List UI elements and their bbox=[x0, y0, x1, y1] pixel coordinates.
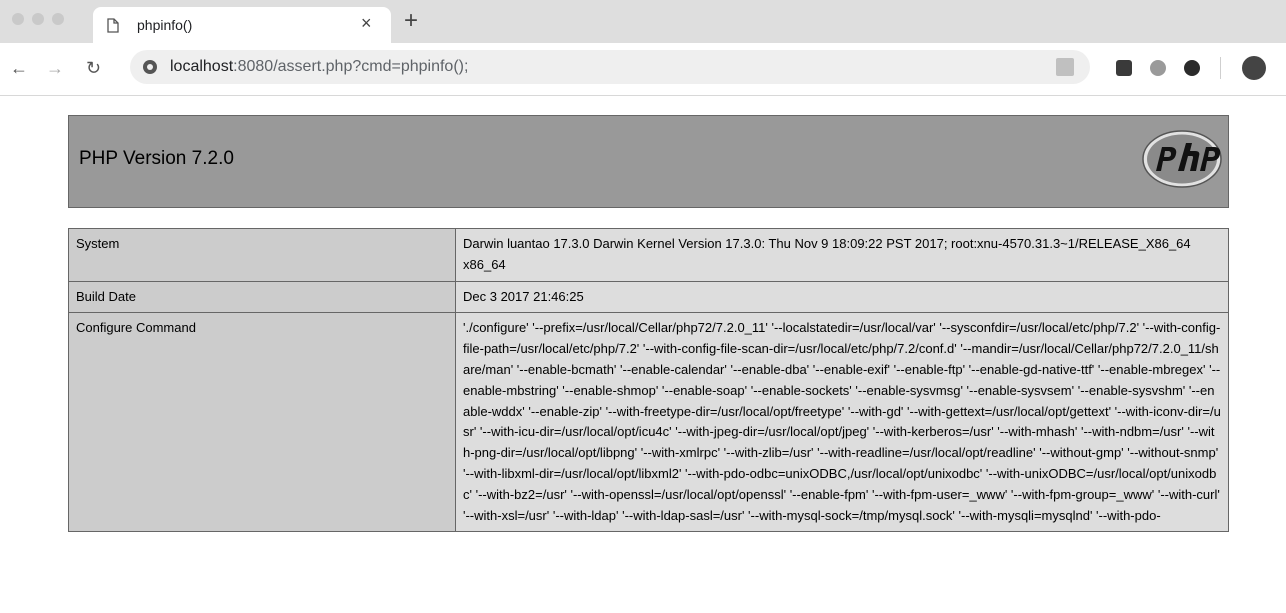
row-key: Configure Command bbox=[68, 312, 456, 533]
extension-icon[interactable] bbox=[1116, 60, 1132, 76]
reload-icon[interactable]: ↻ bbox=[86, 58, 101, 78]
globe-extension-icon[interactable] bbox=[1184, 60, 1200, 76]
address-host: localhost bbox=[170, 58, 234, 75]
table-row: Build Date Dec 3 2017 21:46:25 bbox=[68, 280, 1229, 314]
browser-toolbar: ← → ↻ localhost:8080/assert.php?cmd=phpi… bbox=[0, 43, 1286, 96]
info-table: System Darwin luantao 17.3.0 Darwin Kern… bbox=[68, 228, 1229, 533]
tab-strip: phpinfo() × + bbox=[0, 0, 1286, 43]
row-value: Dec 3 2017 21:46:25 bbox=[455, 280, 1229, 314]
site-info-icon[interactable] bbox=[142, 59, 158, 80]
address-text[interactable]: localhost:8080/assert.php?cmd=phpinfo(); bbox=[170, 58, 468, 76]
address-bar[interactable]: localhost:8080/assert.php?cmd=phpinfo(); bbox=[130, 50, 1090, 84]
page-icon bbox=[107, 18, 119, 38]
new-tab-button[interactable]: + bbox=[404, 8, 418, 34]
address-path: :8080/assert.php?cmd=phpinfo(); bbox=[233, 58, 469, 75]
close-tab-icon[interactable]: × bbox=[361, 13, 372, 33]
php-version-header: PHP Version 7.2.0 bbox=[68, 115, 1229, 208]
php-logo[interactable] bbox=[1142, 127, 1222, 191]
profile-avatar[interactable] bbox=[1242, 56, 1266, 80]
tab-phpinfo[interactable]: phpinfo() × bbox=[93, 7, 391, 43]
table-row: System Darwin luantao 17.3.0 Darwin Kern… bbox=[68, 228, 1229, 282]
back-arrow-icon[interactable]: ← bbox=[10, 58, 28, 78]
forward-arrow-icon[interactable]: → bbox=[46, 58, 64, 78]
minimize-window-button[interactable] bbox=[32, 13, 44, 25]
translate-icon[interactable] bbox=[1056, 58, 1074, 76]
row-value: Darwin luantao 17.3.0 Darwin Kernel Vers… bbox=[455, 228, 1229, 282]
row-key: System bbox=[68, 228, 456, 282]
tab-title: phpinfo() bbox=[137, 17, 193, 33]
cookie-extension-icon[interactable] bbox=[1150, 60, 1166, 76]
row-key: Build Date bbox=[68, 280, 456, 314]
page-title: PHP Version 7.2.0 bbox=[79, 148, 234, 169]
close-window-button[interactable] bbox=[12, 13, 24, 25]
table-row: Configure Command './configure' '--prefi… bbox=[68, 312, 1229, 533]
maximize-window-button[interactable] bbox=[52, 13, 64, 25]
row-value: './configure' '--prefix=/usr/local/Cella… bbox=[455, 312, 1229, 533]
toolbar-divider bbox=[1220, 57, 1221, 79]
